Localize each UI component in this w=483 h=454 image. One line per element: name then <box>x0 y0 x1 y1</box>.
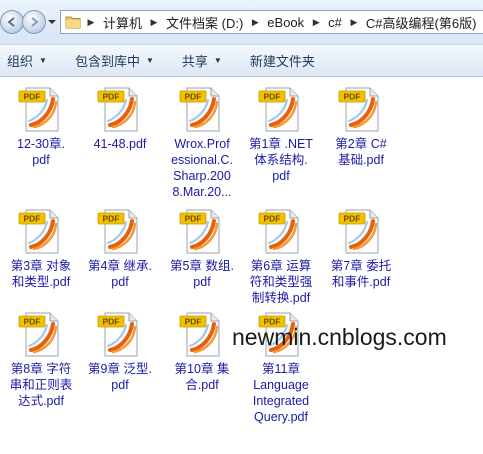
svg-text:PDF: PDF <box>103 214 120 224</box>
file-name: 第6章 运算 符和类型强 制转换.pdf <box>249 259 313 305</box>
share-button[interactable]: 共享 ▼ <box>175 49 229 73</box>
include-library-label: 包含到库中 <box>74 54 140 69</box>
forward-button[interactable] <box>22 10 46 34</box>
pdf-file-icon: PDF <box>17 310 65 358</box>
pdf-file-icon: PDF <box>178 85 226 133</box>
file-item[interactable]: PDF 第8章 字符 串和正则表 达式.pdf <box>3 310 79 409</box>
file-item[interactable]: PDF 第4章 继承. pdf <box>82 207 158 290</box>
organize-label: 组织 <box>7 54 34 69</box>
folder-icon <box>65 16 81 29</box>
organize-button[interactable]: 组织 ▼ <box>0 49 54 73</box>
breadcrumb-separator-icon[interactable]: ▶ <box>346 17 362 28</box>
recent-pages-chevron-icon[interactable] <box>48 18 56 26</box>
file-name: 12-30章. pdf <box>17 137 65 167</box>
include-in-library-button[interactable]: 包含到库中 ▼ <box>68 49 161 73</box>
watermark-text: newmin.cnblogs.com <box>232 324 447 350</box>
file-item[interactable]: PDF 第6章 运算 符和类型强 制转换.pdf <box>243 207 319 306</box>
breadcrumb-separator-icon[interactable]: ▶ <box>308 17 324 28</box>
file-name: 第3章 对象 和类型.pdf <box>10 259 72 289</box>
pdf-file-icon: PDF <box>257 207 305 255</box>
file-name: 第4章 继承. pdf <box>88 259 152 289</box>
svg-text:PDF: PDF <box>264 92 281 102</box>
file-name: Wrox.Prof essional.C. Sharp.200 8.Mar.20... <box>171 137 233 199</box>
file-name: 第5章 数组. pdf <box>170 259 234 289</box>
file-item[interactable]: PDF Wrox.Prof essional.C. Sharp.200 8.Mar.2… <box>164 85 240 200</box>
pdf-file-icon: PDF <box>96 85 144 133</box>
file-list: PDF 12-30章. pdf PDF 41-48.pdf PDF Wrox.Pr… <box>0 77 483 454</box>
new-folder-button[interactable]: 新建文件夹 <box>243 49 322 73</box>
file-item[interactable]: PDF 第2章 C# 基础.pdf <box>323 85 399 168</box>
svg-text:PDF: PDF <box>264 214 281 224</box>
svg-text:PDF: PDF <box>24 214 41 224</box>
back-arrow-icon <box>7 17 15 27</box>
breadcrumb-drive-d[interactable]: 文件档案 (D:) <box>162 13 247 32</box>
pdf-file-icon: PDF <box>178 310 226 358</box>
pdf-file-icon: PDF <box>96 310 144 358</box>
file-item[interactable]: PDF 第5章 数组. pdf <box>164 207 240 290</box>
pdf-file-icon: PDF <box>178 207 226 255</box>
chevron-down-icon: ▼ <box>39 56 47 65</box>
breadcrumb-ebook[interactable]: eBook <box>263 15 308 30</box>
svg-text:PDF: PDF <box>185 317 202 327</box>
svg-text:PDF: PDF <box>185 214 202 224</box>
file-name: 第2章 C# 基础.pdf <box>335 137 387 167</box>
svg-text:PDF: PDF <box>103 92 120 102</box>
file-item[interactable]: PDF 12-30章. pdf <box>3 85 79 168</box>
svg-text:PDF: PDF <box>344 92 361 102</box>
pdf-file-icon: PDF <box>257 85 305 133</box>
svg-text:PDF: PDF <box>24 317 41 327</box>
file-name: 41-48.pdf <box>93 137 147 151</box>
pdf-file-icon: PDF <box>96 207 144 255</box>
file-name: 第1章 .NET 体系结构. pdf <box>249 137 313 183</box>
file-name: 第8章 字符 串和正则表 达式.pdf <box>9 362 73 408</box>
file-name: 第9章 泛型. pdf <box>88 362 152 392</box>
new-folder-label: 新建文件夹 <box>249 54 315 69</box>
breadcrumb-separator-icon[interactable]: ▶ <box>247 17 263 28</box>
file-name: 第11章 Language Integrated Query.pdf <box>252 362 310 424</box>
file-item[interactable]: PDF 第3章 对象 和类型.pdf <box>3 207 79 290</box>
file-item[interactable]: PDF 第1章 .NET 体系结构. pdf <box>243 85 319 184</box>
svg-text:PDF: PDF <box>24 92 41 102</box>
pdf-file-icon: PDF <box>17 207 65 255</box>
breadcrumb-separator-icon[interactable]: ▶ <box>83 17 99 28</box>
breadcrumb-csharp[interactable]: c# <box>324 15 346 30</box>
svg-text:PDF: PDF <box>344 214 361 224</box>
forward-arrow-icon <box>31 17 39 27</box>
file-name: 第10章 集合.pdf <box>174 362 230 392</box>
pdf-file-icon: PDF <box>337 85 385 133</box>
command-toolbar: 组织 ▼ 包含到库中 ▼ 共享 ▼ 新建文件夹 <box>0 44 483 77</box>
file-item[interactable]: PDF 第7章 委托 和事件.pdf <box>323 207 399 290</box>
file-item[interactable]: PDF 第10章 集合.pdf <box>164 310 240 393</box>
file-item[interactable]: PDF 41-48.pdf <box>82 85 158 152</box>
svg-text:PDF: PDF <box>103 317 120 327</box>
address-bar: ▶ 计算机 ▶ 文件档案 (D:) ▶ eBook ▶ c# ▶ C#高级编程(… <box>0 0 483 44</box>
file-name: 第7章 委托 和事件.pdf <box>330 259 392 289</box>
pdf-file-icon: PDF <box>17 85 65 133</box>
pdf-file-icon: PDF <box>337 207 385 255</box>
breadcrumb-current-folder[interactable]: C#高级编程(第6版) <box>362 13 481 32</box>
chevron-down-icon: ▼ <box>145 56 154 65</box>
breadcrumb[interactable]: ▶ 计算机 ▶ 文件档案 (D:) ▶ eBook ▶ c# ▶ C#高级编程(… <box>60 10 483 34</box>
file-item[interactable]: PDF 第9章 泛型. pdf <box>82 310 158 393</box>
back-button[interactable] <box>0 10 24 34</box>
share-label: 共享 <box>181 54 208 69</box>
chevron-down-icon: ▼ <box>213 56 222 65</box>
breadcrumb-computer[interactable]: 计算机 <box>99 13 146 32</box>
breadcrumb-separator-icon[interactable]: ▶ <box>146 17 162 28</box>
svg-text:PDF: PDF <box>185 92 202 102</box>
